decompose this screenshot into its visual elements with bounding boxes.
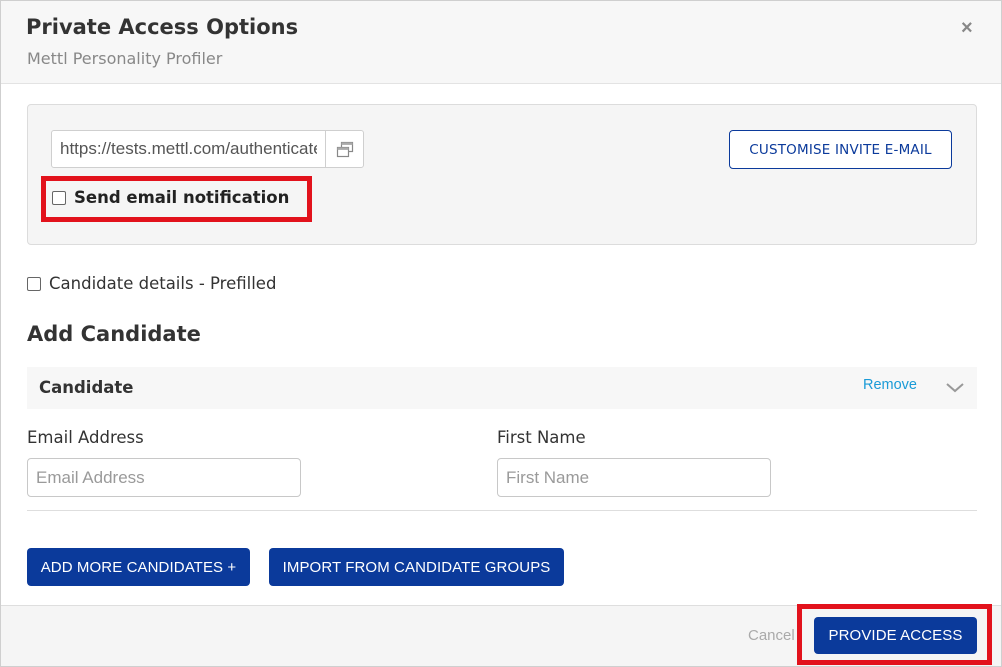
copy-url-button[interactable] (325, 131, 363, 167)
remove-candidate-link[interactable]: Remove (863, 377, 917, 393)
customise-invite-email-button[interactable]: CUSTOMISE INVITE E-MAIL (729, 130, 952, 169)
divider (27, 510, 977, 511)
dialog-subtitle: Mettl Personality Profiler (27, 49, 223, 68)
prefilled-details-row: Candidate details - Prefilled (27, 274, 276, 293)
chevron-down-icon[interactable] (945, 378, 965, 396)
email-address-label: Email Address (27, 428, 144, 447)
access-url-group (51, 130, 364, 168)
send-email-highlight-box (41, 176, 312, 222)
provide-access-highlight-box (797, 604, 992, 665)
dialog-header: Private Access Options Mettl Personality… (1, 1, 1001, 84)
email-address-field[interactable] (27, 458, 301, 497)
first-name-label: First Name (497, 428, 586, 447)
add-candidate-heading: Add Candidate (27, 322, 201, 346)
candidate-section-header[interactable]: Candidate Remove (27, 367, 977, 409)
copy-icon (336, 141, 353, 157)
close-icon[interactable]: × (961, 18, 973, 38)
dialog-title: Private Access Options (26, 15, 299, 39)
first-name-field[interactable] (497, 458, 771, 497)
prefilled-details-checkbox[interactable] (27, 276, 41, 291)
candidate-title: Candidate (39, 378, 134, 397)
import-candidate-groups-button[interactable]: IMPORT FROM CANDIDATE GROUPS (269, 548, 564, 586)
private-access-dialog: Private Access Options Mettl Personality… (0, 0, 1002, 667)
access-url-input[interactable] (52, 131, 326, 167)
access-link-panel: CUSTOMISE INVITE E-MAIL (27, 104, 977, 245)
prefilled-details-label: Candidate details - Prefilled (49, 274, 277, 293)
cancel-button[interactable]: Cancel (748, 627, 795, 644)
add-more-candidates-button[interactable]: ADD MORE CANDIDATES + (27, 548, 250, 586)
